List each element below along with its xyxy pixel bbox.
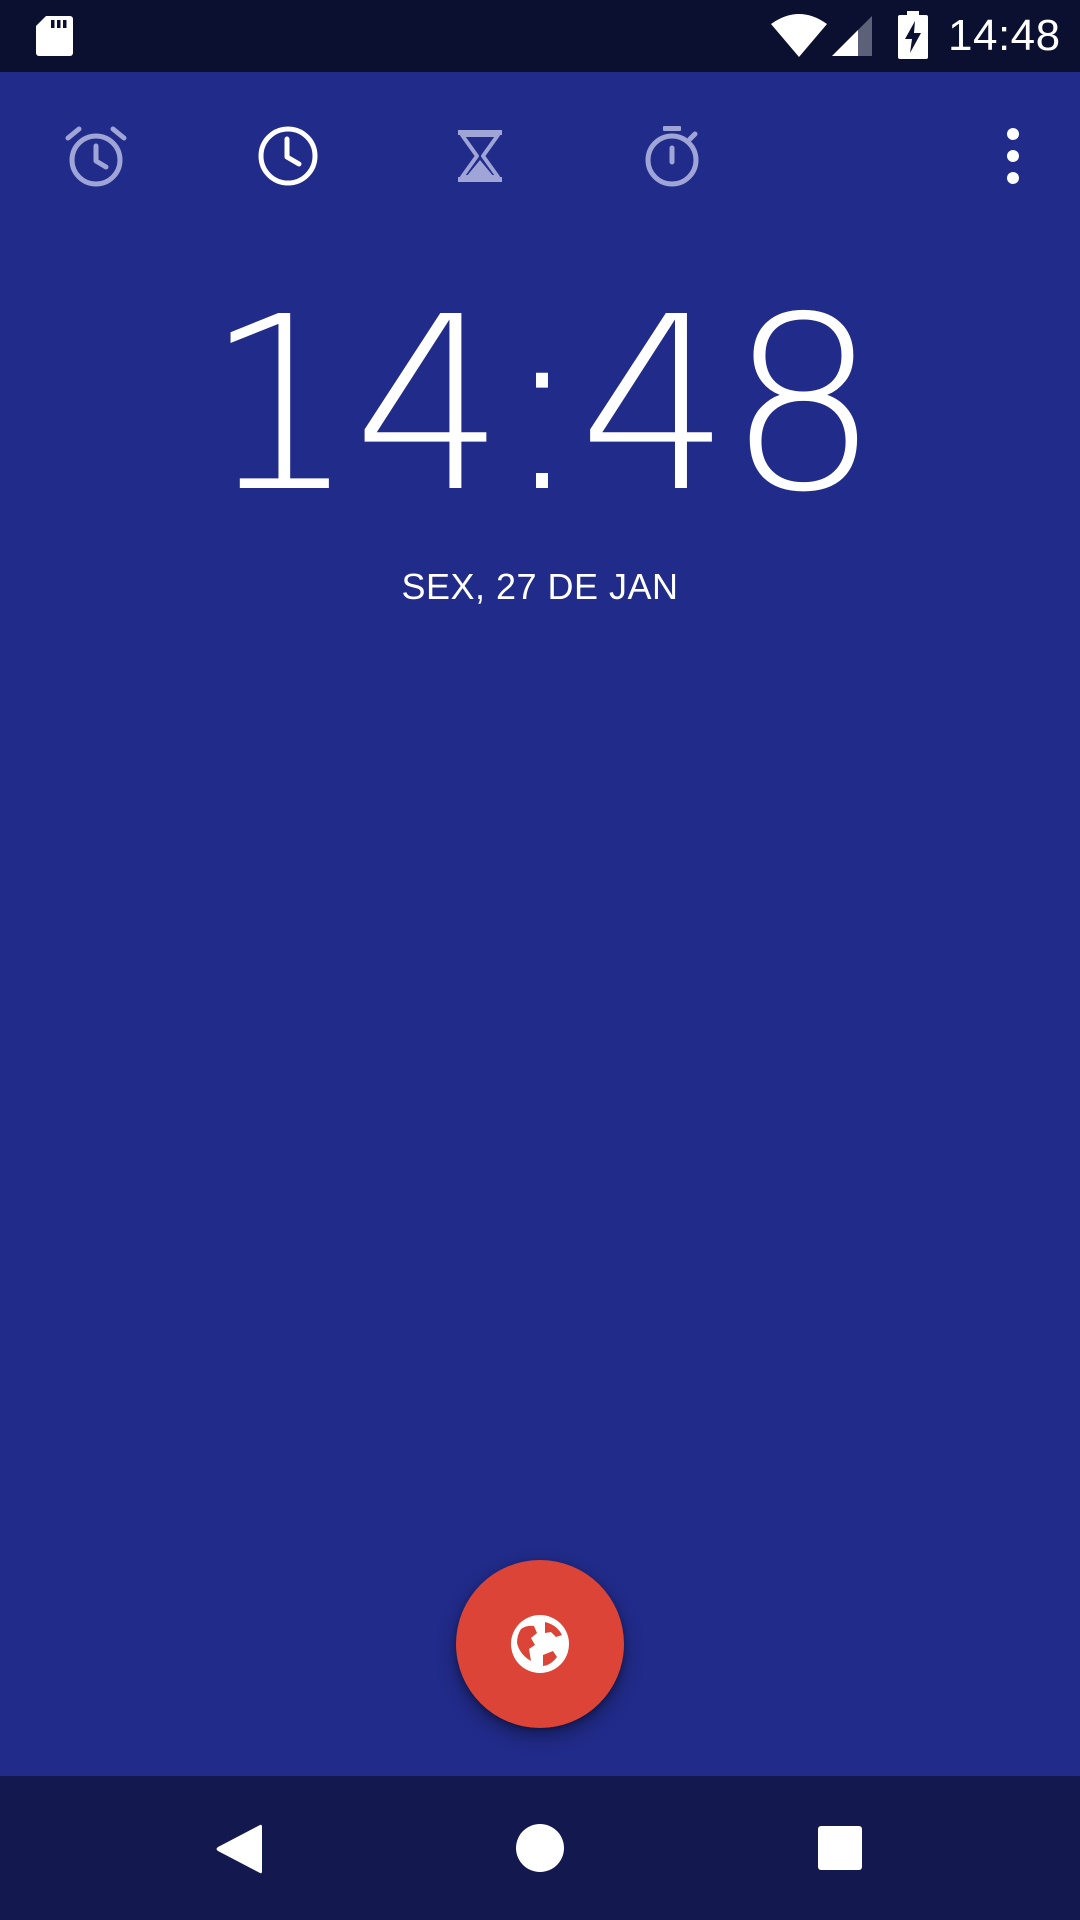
clock-icon bbox=[258, 126, 318, 186]
tab-clock[interactable] bbox=[248, 116, 328, 196]
globe-icon bbox=[511, 1615, 569, 1673]
signal-icon bbox=[832, 16, 872, 56]
tab-timer[interactable] bbox=[440, 116, 520, 196]
wifi-icon bbox=[771, 14, 827, 57]
recents-icon[interactable] bbox=[816, 1824, 864, 1872]
battery-charging-icon bbox=[898, 11, 928, 59]
tab-bar bbox=[0, 72, 1080, 240]
digital-clock-time: 14:48 bbox=[204, 265, 880, 545]
more-vert-icon[interactable] bbox=[990, 126, 1036, 186]
navigation-bar bbox=[0, 1776, 1080, 1920]
tab-stopwatch[interactable] bbox=[632, 116, 712, 196]
status-bar: 14:48 bbox=[0, 0, 1080, 72]
alarm-icon bbox=[65, 126, 127, 187]
hourglass-icon bbox=[458, 130, 502, 182]
clock-app-screen: 14:48 14:48 SEX, 27 DE JAN bbox=[0, 0, 1080, 1920]
world-clock-fab[interactable] bbox=[456, 1560, 624, 1728]
back-icon[interactable] bbox=[214, 1822, 264, 1876]
tab-alarm[interactable] bbox=[56, 116, 136, 196]
home-icon[interactable] bbox=[514, 1822, 566, 1874]
status-bar-time: 14:48 bbox=[948, 11, 1061, 60]
sd-card-icon bbox=[36, 16, 73, 56]
digital-clock-date: SEX, 27 DE JAN bbox=[401, 566, 679, 607]
stopwatch-icon bbox=[645, 126, 699, 187]
